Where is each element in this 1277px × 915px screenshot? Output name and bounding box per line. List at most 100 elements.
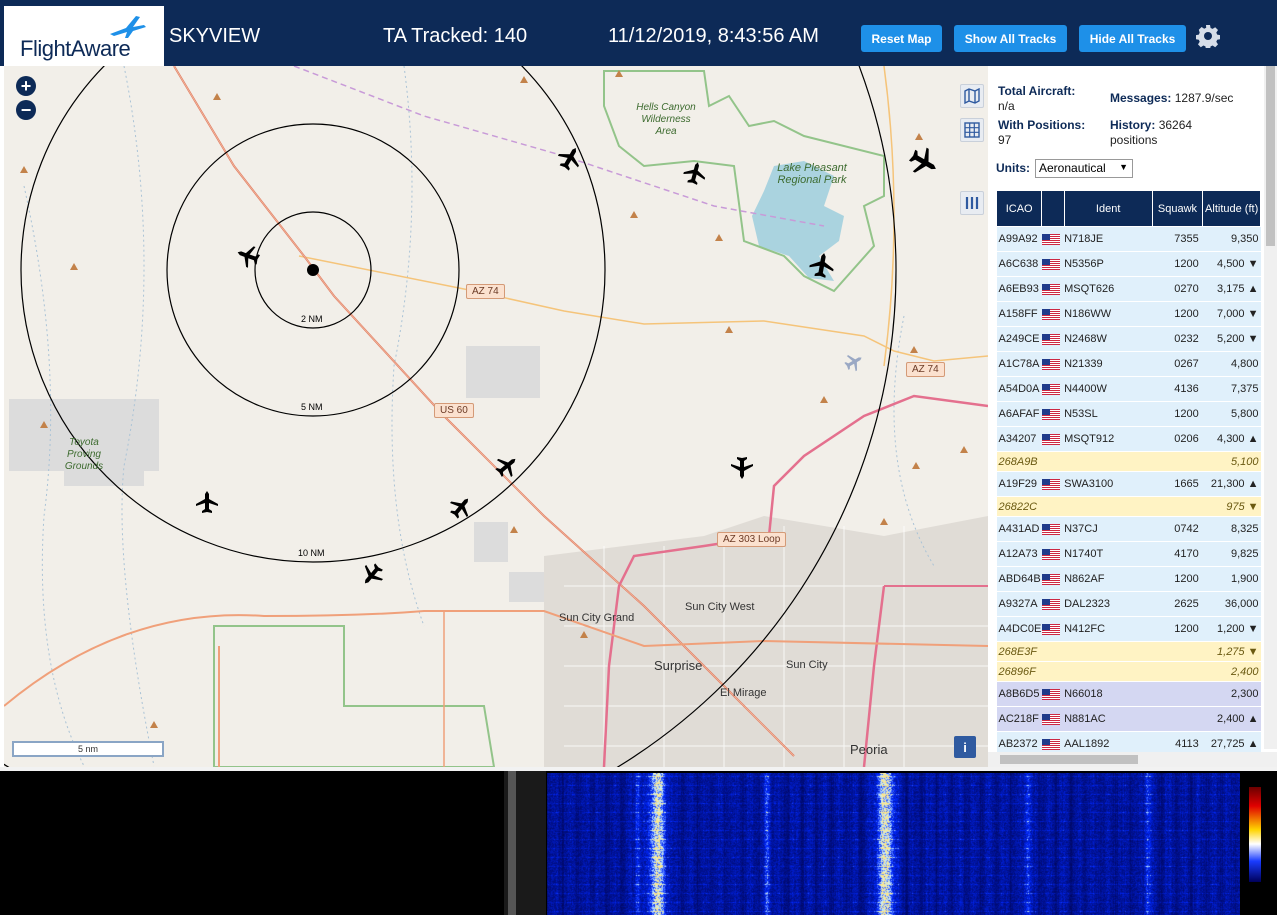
flightaware-logo[interactable]: FlightAware: [4, 6, 164, 66]
zoom-in-button[interactable]: +: [16, 76, 36, 96]
map-layers-button[interactable]: [960, 84, 984, 108]
flag-cell: [1041, 401, 1065, 427]
icao-cell: 268A9B: [996, 451, 1042, 472]
altitude-cell: 2,300: [1202, 681, 1261, 707]
squawk-cell: [1152, 681, 1203, 707]
aircraft-row[interactable]: 26822C 975 ▼: [996, 496, 1261, 517]
grid-toggle-button[interactable]: [960, 118, 984, 142]
aircraft-row[interactable]: A431AD N37CJ 0742 8,325: [996, 516, 1261, 542]
altitude-cell: 9,825: [1202, 541, 1261, 567]
info-button[interactable]: i: [954, 736, 976, 758]
messages-label: Messages:: [1110, 91, 1172, 105]
icao-cell: A431AD: [996, 516, 1042, 542]
aircraft-row[interactable]: A12A73 N1740T 4170 9,825: [996, 541, 1261, 567]
aircraft-row[interactable]: ABD64B N862AF 1200 1,900: [996, 566, 1261, 592]
aircraft-row[interactable]: A99A92 N718JE 7355 9,350: [996, 226, 1261, 252]
aircraft-icon[interactable]: [491, 450, 523, 482]
aircraft-row[interactable]: A34207 MSQT912 0206 4,300 ▲: [996, 426, 1261, 452]
icao-cell: A6C638: [996, 251, 1042, 277]
altitude-cell: 4,800: [1202, 351, 1261, 377]
waterfall-divider: [508, 771, 516, 915]
icao-cell: A12A73: [996, 541, 1042, 567]
us-flag-icon: [1041, 283, 1060, 295]
aircraft-icon[interactable]: [445, 491, 477, 523]
settings-gear-icon[interactable]: [1196, 24, 1220, 48]
aircraft-row[interactable]: 26896F 2,400: [996, 661, 1261, 682]
altitude-cell: 7,000 ▼: [1202, 301, 1261, 327]
squawk-cell: 1200: [1152, 616, 1203, 642]
aircraft-row[interactable]: A6AFAF N53SL 1200 5,800: [996, 401, 1261, 427]
icao-cell: A19F29: [996, 471, 1042, 497]
flag-cell: [1041, 641, 1065, 662]
aircraft-row[interactable]: A158FF N186WW 1200 7,000 ▼: [996, 301, 1261, 327]
reset-map-button[interactable]: Reset Map: [861, 25, 942, 52]
col-altitude[interactable]: Altitude (ft): [1202, 190, 1261, 227]
aircraft-row[interactable]: A1C78A N21339 0267 4,800: [996, 351, 1261, 377]
us-flag-icon: [1041, 548, 1060, 560]
col-squawk[interactable]: Squawk: [1151, 190, 1204, 227]
scrollbar-thumb[interactable]: [1000, 755, 1138, 764]
tracked-count: TA Tracked: 140: [383, 25, 528, 47]
units-select[interactable]: Aeronautical ▼: [1035, 159, 1133, 178]
squawk-cell: 2625: [1152, 591, 1203, 617]
aircraft-icon[interactable]: [554, 142, 586, 174]
icao-cell: A9327A: [996, 591, 1042, 617]
altitude-cell: 8,325: [1202, 516, 1261, 542]
ident-cell: [1064, 451, 1153, 472]
flag-cell: [1041, 226, 1065, 252]
squawk-cell: 0270: [1152, 276, 1203, 302]
aircraft-row[interactable]: A19F29 SWA3100 1665 21,300 ▲: [996, 471, 1261, 497]
us-flag-icon: [1041, 383, 1060, 395]
squawk-cell: 0267: [1152, 351, 1203, 377]
table-horizontal-scrollbar[interactable]: [988, 752, 1277, 767]
hide-all-tracks-button[interactable]: Hide All Tracks: [1079, 25, 1186, 52]
aircraft-row[interactable]: 268E3F 1,275 ▼: [996, 641, 1261, 662]
table-vertical-scrollbar[interactable]: [1264, 66, 1277, 749]
aircraft-icon[interactable]: [196, 491, 218, 513]
aircraft-row[interactable]: A6C638 N5356P 1200 4,500 ▼: [996, 251, 1261, 277]
aircraft-row[interactable]: AC218F N881AC 2,400 ▲: [996, 706, 1261, 732]
table-header-row: ICAO Ident Squawk Altitude (ft): [995, 190, 1261, 227]
show-all-tracks-button[interactable]: Show All Tracks: [954, 25, 1067, 52]
flag-cell: [1041, 251, 1065, 277]
history-stat: History: 36264 positions: [1110, 118, 1225, 148]
altitude-cell: 7,375: [1202, 376, 1261, 402]
history-label: History:: [1110, 118, 1156, 132]
ident-cell: N53SL: [1064, 401, 1153, 427]
columns-toggle-button[interactable]: [960, 191, 984, 215]
altitude-cell: 4,300 ▲: [1202, 426, 1261, 452]
aircraft-row[interactable]: A54D0A N4400W 4136 7,375: [996, 376, 1261, 402]
aircraft-layer: [196, 142, 943, 591]
aircraft-icon[interactable]: [356, 559, 388, 591]
total-aircraft-label: Total Aircraft:: [998, 84, 1076, 98]
map-view[interactable]: 2 NM 5 NM 10 NM AZ 74 AZ 74 US 60 AZ 303…: [4, 66, 988, 767]
aircraft-row[interactable]: A4DC0E N412FC 1200 1,200 ▼: [996, 616, 1261, 642]
col-icao[interactable]: ICAO: [995, 190, 1043, 227]
us-flag-icon: [1041, 478, 1060, 490]
aircraft-row[interactable]: A6EB93 MSQT626 0270 3,175 ▲: [996, 276, 1261, 302]
icao-cell: A6AFAF: [996, 401, 1042, 427]
us-flag-icon: [1041, 333, 1060, 345]
flag-cell: [1041, 301, 1065, 327]
aircraft-row[interactable]: A9327A DAL2323 2625 36,000: [996, 591, 1261, 617]
aircraft-row[interactable]: 268A9B 5,100: [996, 451, 1261, 472]
col-ident[interactable]: Ident: [1063, 190, 1153, 227]
squawk-cell: 4136: [1152, 376, 1203, 402]
aircraft-icon[interactable]: [807, 250, 837, 280]
icao-cell: ABD64B: [996, 566, 1042, 592]
aircraft-row[interactable]: A249CE N2468W 0232 5,200 ▼: [996, 326, 1261, 352]
altitude-cell: 2,400: [1202, 661, 1261, 682]
aircraft-row[interactable]: A8B6D5 N66018 2,300: [996, 681, 1261, 707]
us-flag-icon: [1041, 258, 1060, 270]
aircraft-icon[interactable]: [731, 457, 753, 479]
col-flag[interactable]: [1041, 190, 1065, 227]
aircraft-icon[interactable]: [681, 159, 709, 187]
icao-cell: A4DC0E: [996, 616, 1042, 642]
zoom-out-button[interactable]: −: [16, 100, 36, 120]
aircraft-icon[interactable]: [905, 143, 943, 181]
icao-cell: 26896F: [996, 661, 1042, 682]
scrollbar-thumb[interactable]: [1266, 66, 1275, 246]
altitude-cell: 1,275 ▼: [1202, 641, 1261, 662]
aircraft-icon[interactable]: [233, 241, 263, 271]
ident-cell: N4400W: [1064, 376, 1153, 402]
